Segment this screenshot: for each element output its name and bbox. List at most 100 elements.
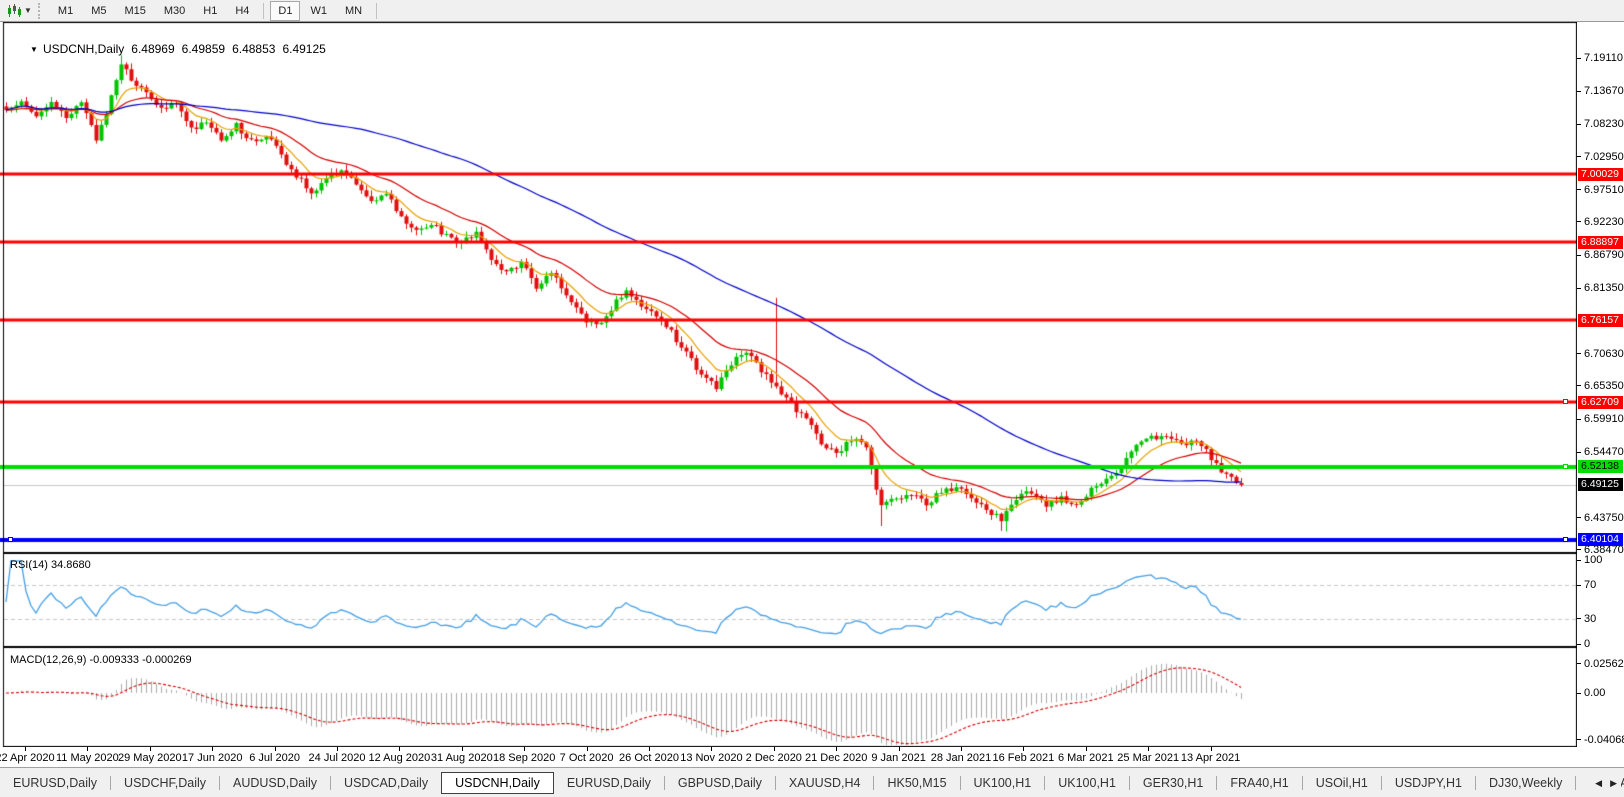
level-price-label[interactable]: 6.40104: [1578, 533, 1623, 546]
chart-title: ▼USDCNH,Daily6.489696.498596.488536.4912…: [10, 28, 326, 70]
rsi-axis-tick: 30: [1577, 613, 1596, 625]
tick-dash: [1577, 549, 1581, 550]
rsi-canvas[interactable]: [0, 553, 1577, 647]
price-axis-tick: 6.97510: [1577, 184, 1624, 196]
tick-dash: [1577, 58, 1581, 59]
price-axis-tick: 6.43750: [1577, 512, 1624, 524]
chart-tab-usdchf-daily[interactable]: USDCHF,Daily: [111, 772, 219, 794]
tab-scroll-left-icon[interactable]: ◀: [1591, 775, 1606, 792]
date-tick: [711, 747, 712, 751]
timeframe-button-h4[interactable]: H4: [227, 1, 257, 21]
tab-scroll-controls: ◀▶: [1587, 768, 1621, 797]
chart-tab-gbpusd-daily[interactable]: GBPUSD,Daily: [665, 772, 775, 794]
price-axis[interactable]: 7.191107.136707.082307.029506.975106.922…: [1577, 22, 1624, 747]
tick-dash: [1577, 255, 1581, 256]
timeframe-button-m30[interactable]: M30: [156, 1, 193, 21]
date-label: 31 Aug 2020: [431, 752, 493, 764]
timeframe-button-d1[interactable]: D1: [270, 1, 300, 21]
chart-tab-hk50-m15[interactable]: HK50,M15: [874, 772, 959, 794]
price-axis-tick: 7.19110: [1577, 52, 1623, 64]
timeframe-buttons: M1M5M15M30H1H4 D1W1MN: [49, 0, 382, 22]
chart-tab-eurusd-daily[interactable]: EURUSD,Daily: [0, 772, 110, 794]
main-chart-canvas[interactable]: [0, 22, 1577, 553]
date-label: 18 Sep 2020: [493, 752, 555, 764]
date-tick: [150, 747, 151, 751]
chart-tab-uk100-h1[interactable]: UK100,H1: [961, 772, 1045, 794]
date-tick: [1086, 747, 1087, 751]
timeframe-button-w1[interactable]: W1: [302, 1, 335, 21]
level-price-label[interactable]: 6.88897: [1578, 236, 1623, 249]
macd-label: MACD(12,26,9) -0.009333 -0.000269: [10, 654, 192, 666]
chart-tab-eurusd-daily[interactable]: EURUSD,Daily: [554, 772, 664, 794]
toolbar-grip[interactable]: [38, 3, 43, 19]
chart-tab-usdcad-daily[interactable]: USDCAD,Daily: [331, 772, 441, 794]
timeframe-button-m5[interactable]: M5: [83, 1, 114, 21]
date-label: 7 Oct 2020: [560, 752, 614, 764]
line-drag-handle[interactable]: [1563, 537, 1568, 542]
chart-tab-dj30-weekly[interactable]: DJ30,Weekly: [1476, 772, 1575, 794]
macd-axis-tick: 0.025623: [1577, 658, 1624, 670]
timeframe-button-h1[interactable]: H1: [195, 1, 225, 21]
chart-symbol-label: USDCNH,Daily: [43, 42, 124, 56]
chart-tab-usoil-h1[interactable]: USOil,H1: [1303, 772, 1381, 794]
date-label: 6 Mar 2021: [1058, 752, 1114, 764]
date-tick: [899, 747, 900, 751]
tick-dash: [1577, 221, 1581, 222]
price-axis-tick: 6.54470: [1577, 446, 1624, 458]
line-drag-handle[interactable]: [8, 537, 13, 542]
tick-dash: [1577, 124, 1581, 125]
date-tick: [399, 747, 400, 751]
date-label: 9 Jan 2021: [871, 752, 925, 764]
date-tick: [524, 747, 525, 751]
timeframe-button-m1[interactable]: M1: [50, 1, 81, 21]
rsi-axis-tick: 100: [1577, 554, 1602, 566]
line-drag-handle[interactable]: [1563, 399, 1568, 404]
mt4-window: ▼ M1M5M15M30H1H4D1W1MN ▼USDCNH,Daily6.48…: [0, 0, 1624, 797]
chart-tab-uk100-h1[interactable]: UK100,H1: [1045, 772, 1129, 794]
current-price-label: 6.49125: [1578, 478, 1623, 491]
toolbar-separator: [376, 3, 377, 19]
tick-dash: [1577, 419, 1581, 420]
chart-collapse-icon[interactable]: ▼: [30, 45, 38, 54]
macd-panel: MACD(12,26,9) -0.009333 -0.000269: [0, 647, 1577, 747]
date-axis[interactable]: 22 Apr 202011 May 202029 May 202017 Jun …: [0, 747, 1577, 767]
date-label: 28 Jan 2021: [931, 752, 992, 764]
chart-tab-ger30-h1[interactable]: GER30,H1: [1130, 772, 1216, 794]
chart-tab-audusd-daily[interactable]: AUDUSD,Daily: [220, 772, 330, 794]
price-axis-tick: 7.02950: [1577, 151, 1624, 163]
date-tick: [212, 747, 213, 751]
chart-type-dropdown-caret-icon[interactable]: ▼: [24, 6, 32, 15]
level-price-label[interactable]: 7.00029: [1578, 168, 1623, 181]
line-drag-handle[interactable]: [1563, 464, 1568, 469]
date-tick: [961, 747, 962, 751]
date-label: 26 Oct 2020: [619, 752, 679, 764]
price-axis-tick: 6.70630: [1577, 348, 1624, 360]
level-price-label[interactable]: 6.76157: [1578, 314, 1623, 327]
chart-tab-xauusd-h4[interactable]: XAUUSD,H4: [776, 772, 874, 794]
date-label: 24 Jul 2020: [309, 752, 366, 764]
timeframe-button-m15[interactable]: M15: [116, 1, 153, 21]
date-tick: [836, 747, 837, 751]
main-chart-panel: ▼USDCNH,Daily6.489696.498596.488536.4912…: [0, 22, 1577, 553]
tab-scroll-right-icon[interactable]: ▶: [1606, 775, 1621, 792]
macd-canvas[interactable]: [0, 647, 1577, 747]
rsi-panel: RSI(14) 34.8680: [0, 553, 1577, 647]
chart-tab-usdjpy-h1[interactable]: USDJPY,H1: [1382, 772, 1475, 794]
timeframe-toolbar: ▼ M1M5M15M30H1H4 D1W1MN: [0, 0, 1624, 22]
date-label: 13 Apr 2021: [1181, 752, 1240, 764]
timeframe-button-mn[interactable]: MN: [337, 1, 370, 21]
date-tick: [649, 747, 650, 751]
date-tick: [275, 747, 276, 751]
chart-tab-usdcnh-daily[interactable]: USDCNH,Daily: [441, 772, 554, 794]
price-axis-tick: 7.13670: [1577, 85, 1624, 97]
level-price-label[interactable]: 6.52138: [1578, 460, 1623, 473]
rsi-axis-tick: 70: [1577, 579, 1596, 591]
candlestick-chart-icon[interactable]: [4, 2, 24, 20]
chart-tab-fra40-h1[interactable]: FRA40,H1: [1217, 772, 1301, 794]
date-label: 17 Jun 2020: [182, 752, 243, 764]
level-price-label[interactable]: 6.62709: [1578, 396, 1623, 409]
date-tick: [87, 747, 88, 751]
date-label: 11 May 2020: [56, 752, 119, 764]
ohlc-high: 6.49859: [182, 42, 225, 56]
date-label: 13 Nov 2020: [680, 752, 742, 764]
